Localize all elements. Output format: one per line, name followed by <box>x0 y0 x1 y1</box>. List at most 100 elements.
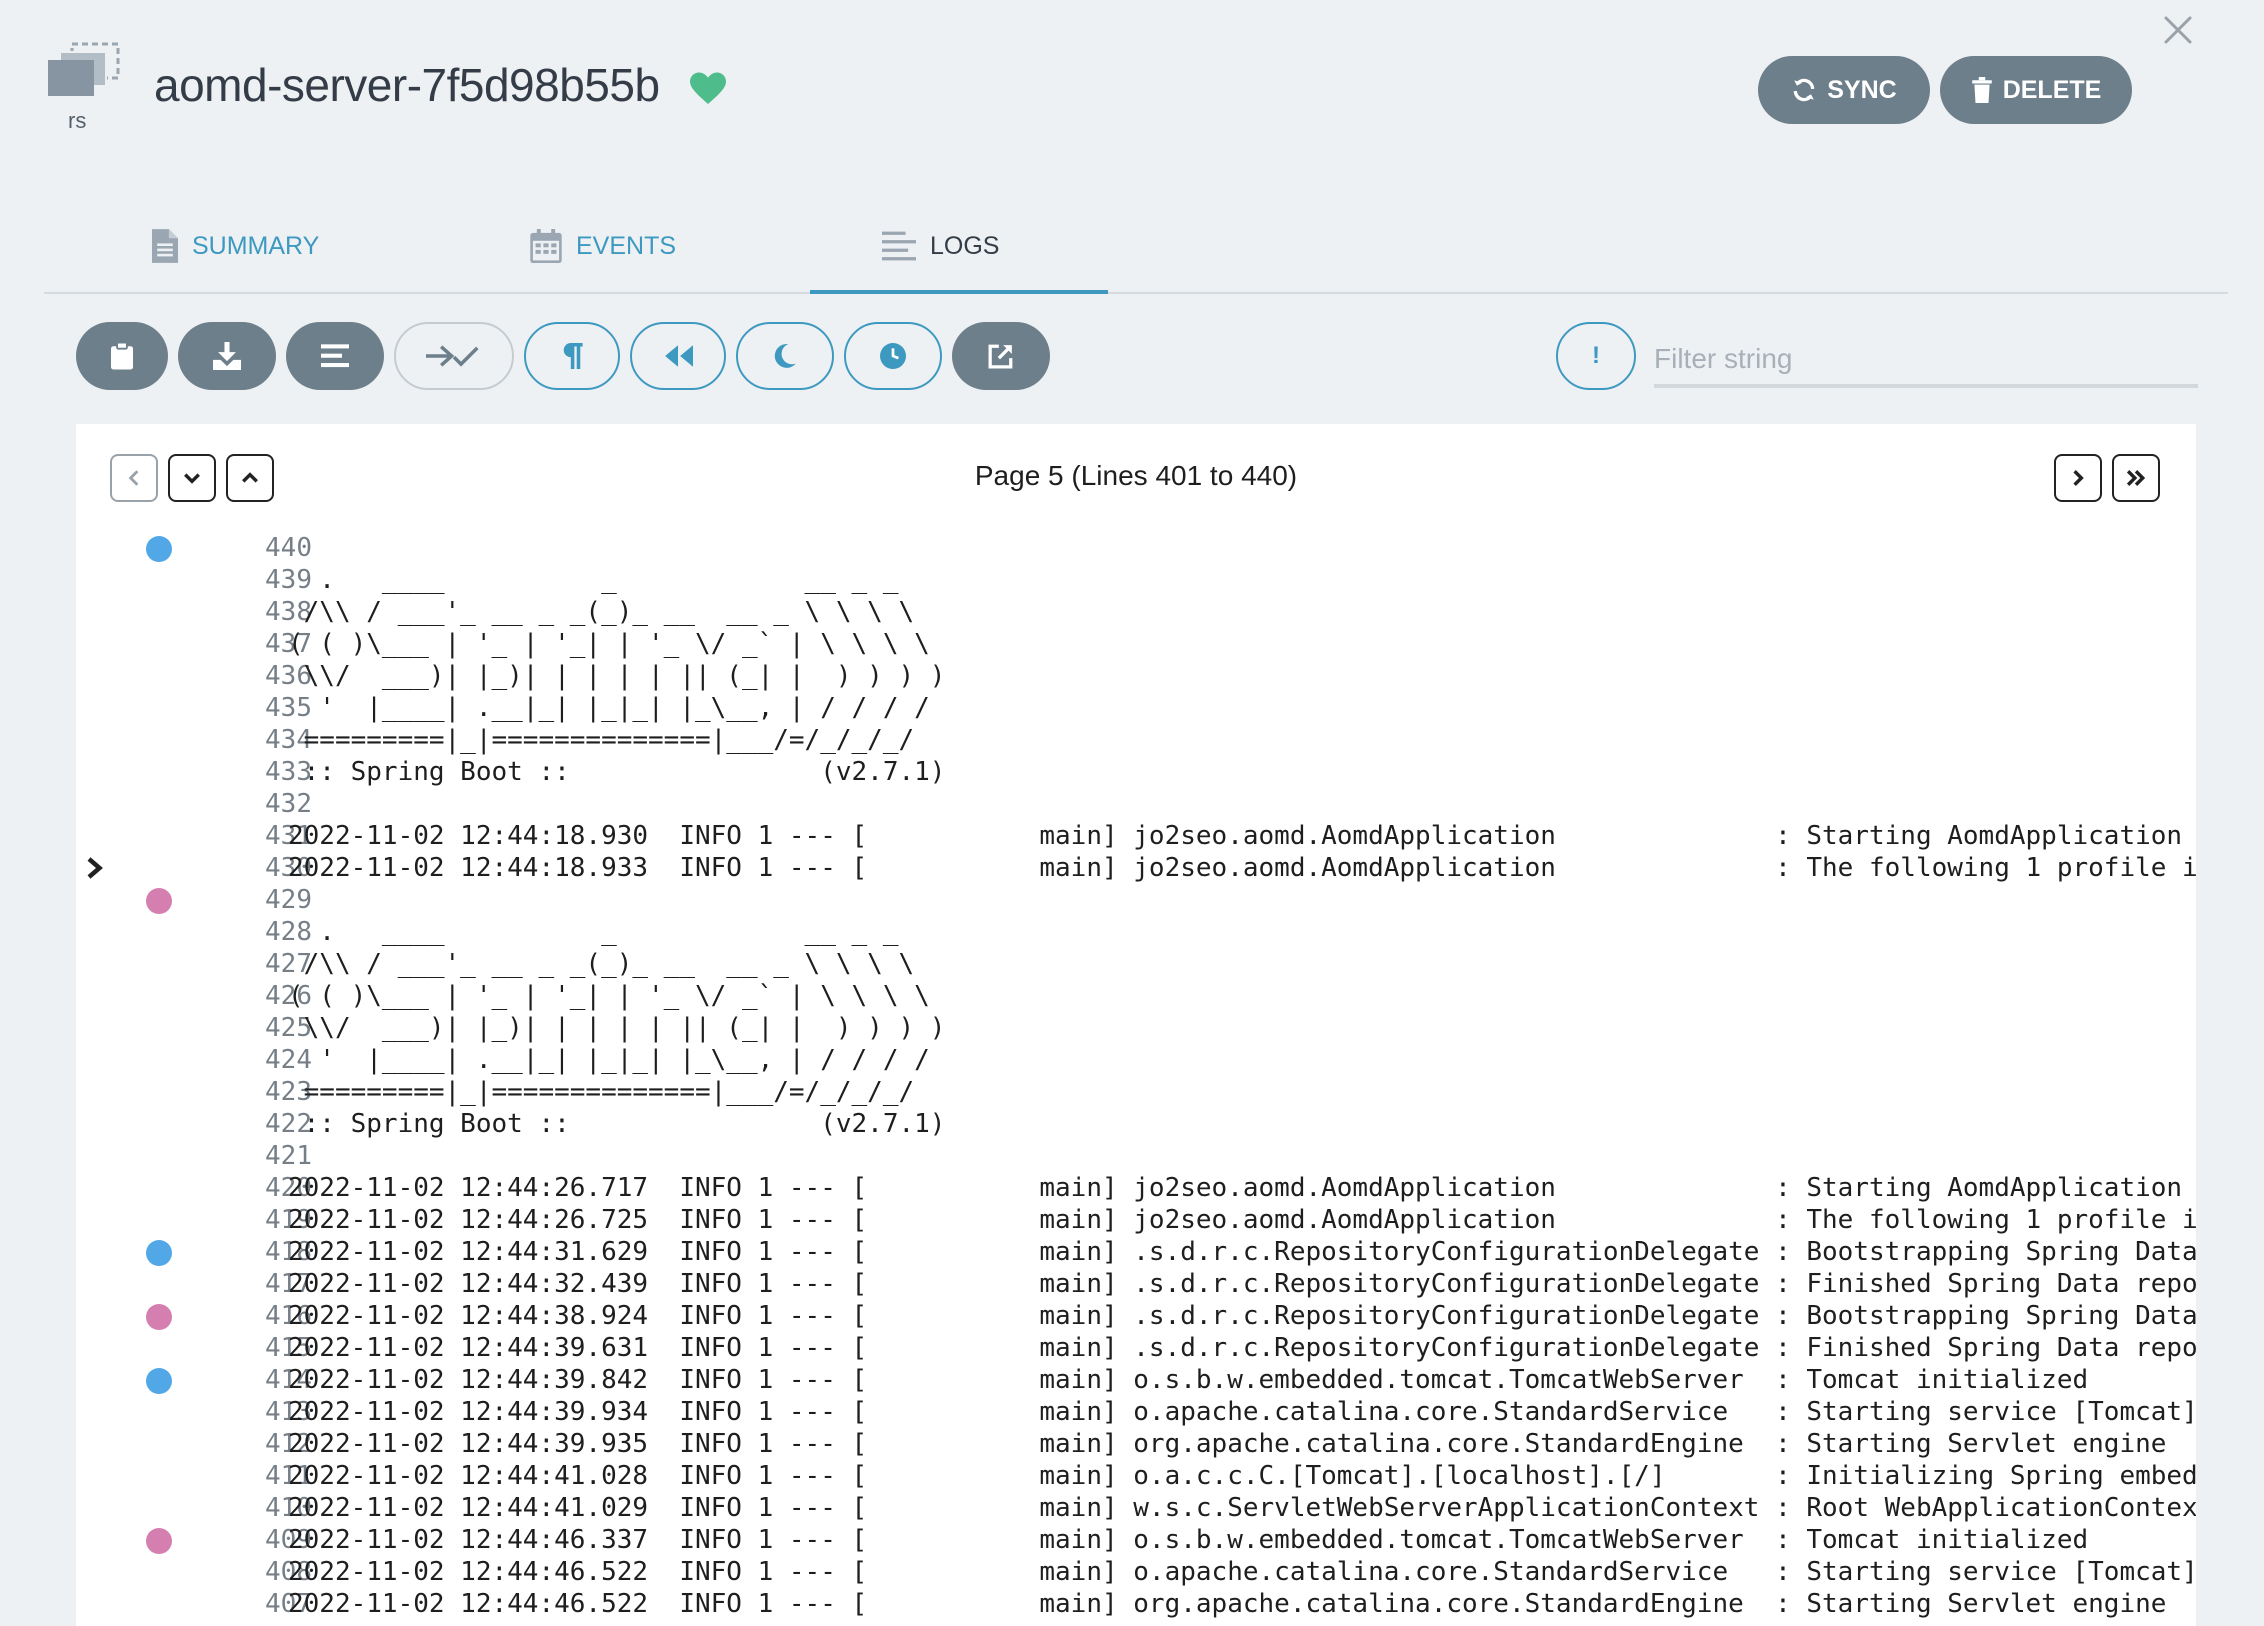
follow-logs-button[interactable] <box>394 322 514 390</box>
log-line[interactable]: 437( ( )\___ | '_ | '_| | '_ \/ _` | \ \… <box>76 628 2196 660</box>
log-line[interactable]: 436 \\/ ___)| |_)| | | | | || (_| | ) ) … <box>76 660 2196 692</box>
line-text: /\\ / ___'_ __ _ _(_)_ __ __ _ \ \ \ \ <box>288 597 915 627</box>
log-line[interactable]: 435 ' |____| .__|_| |_|_| |_\__, | / / /… <box>76 692 2196 724</box>
double-chevron-right-icon <box>2126 470 2146 486</box>
log-line[interactable]: 408 2022-11-02 12:44:46.522 INFO 1 --- [ … <box>76 1556 2196 1588</box>
replicaset-icon <box>48 42 120 96</box>
line-text: :: Spring Boot :: (v2.7.1) <box>288 757 946 787</box>
trash-icon <box>1971 77 1992 103</box>
log-line[interactable]: 423 =========|_|==============|___/=/_/_… <box>76 1076 2196 1108</box>
filter-alert-button[interactable]: ! <box>1556 322 1636 390</box>
delete-label: DELETE <box>2002 75 2102 104</box>
line-text: 2022-11-02 12:44:26.717 INFO 1 --- [ mai… <box>288 1173 2183 1203</box>
log-line[interactable]: 417 2022-11-02 12:44:32.439 INFO 1 --- [ … <box>76 1268 2196 1300</box>
log-line[interactable]: 416 2022-11-02 12:44:38.924 INFO 1 --- [ … <box>76 1300 2196 1332</box>
line-text: ( ( )\___ | '_ | '_| | '_ \/ _` | \ \ \ … <box>288 981 930 1011</box>
previous-containers-icon <box>665 345 693 367</box>
log-line[interactable]: 425 \\/ ___)| |_)| | | | | || (_| | ) ) … <box>76 1012 2196 1044</box>
wrap-lines-button[interactable] <box>286 322 384 390</box>
resource-kind-label: rs <box>68 108 87 133</box>
log-line[interactable]: 434 =========|_|==============|___/=/_/_… <box>76 724 2196 756</box>
log-line[interactable]: 414 2022-11-02 12:44:39.842 INFO 1 --- [ … <box>76 1364 2196 1396</box>
log-viewer: Page 5 (Lines 401 to 440) 440 439 . ____ … <box>76 424 2196 1626</box>
paragraph-icon <box>563 343 583 369</box>
line-text: =========|_|==============|___/=/_/_/_/ <box>288 725 915 755</box>
paragraph-button[interactable] <box>524 322 620 390</box>
external-link-button[interactable] <box>952 322 1050 390</box>
log-lines: 440 439 . ____ _ __ _ _ 438 /\\ / ___'_ __… <box>76 532 2196 1620</box>
calendar-icon <box>530 229 562 263</box>
log-line[interactable]: 409 2022-11-02 12:44:46.337 INFO 1 --- [ … <box>76 1524 2196 1556</box>
lines-icon <box>882 231 916 261</box>
line-text: . ____ _ __ _ _ <box>288 565 899 595</box>
download-button[interactable] <box>178 322 276 390</box>
log-line[interactable]: 413 2022-11-02 12:44:39.934 INFO 1 --- [ … <box>76 1396 2196 1428</box>
active-tab-indicator <box>810 290 1108 294</box>
previous-containers-button[interactable] <box>630 322 726 390</box>
log-line[interactable]: 438 /\\ / ___'_ __ _ _(_)_ __ __ _ \ \ \… <box>76 596 2196 628</box>
refresh-icon <box>1793 78 1815 102</box>
log-line[interactable]: 418 2022-11-02 12:44:31.629 INFO 1 --- [ … <box>76 1236 2196 1268</box>
timestamp-icon <box>880 343 906 369</box>
log-line[interactable]: 426( ( )\___ | '_ | '_| | '_ \/ _` | \ \… <box>76 980 2196 1012</box>
filter-string-input[interactable] <box>1654 334 2198 388</box>
line-text: 2022-11-02 12:44:46.522 INFO 1 --- [ mai… <box>288 1589 2167 1619</box>
line-text: 2022-11-02 12:44:46.337 INFO 1 --- [ mai… <box>288 1525 2089 1555</box>
log-line[interactable]: 407 2022-11-02 12:44:46.522 INFO 1 --- [ … <box>76 1588 2196 1620</box>
line-marker-dot[interactable] <box>146 1368 172 1394</box>
log-line[interactable]: 422 :: Spring Boot :: (v2.7.1) <box>76 1108 2196 1140</box>
line-text: 2022-11-02 12:44:18.930 INFO 1 --- [ mai… <box>288 821 2183 851</box>
resource-header: rs aomd-server-7f5d98b55b SYNC DELETE <box>0 0 2264 200</box>
close-icon[interactable] <box>2162 14 2194 46</box>
log-line[interactable]: 412 2022-11-02 12:44:39.935 INFO 1 --- [ … <box>76 1428 2196 1460</box>
line-marker-dot[interactable] <box>146 1240 172 1266</box>
log-line[interactable]: 429 <box>76 884 2196 916</box>
log-line[interactable]: 432 <box>76 788 2196 820</box>
log-line[interactable]: 440 <box>76 532 2196 564</box>
line-text: 2022-11-02 12:44:32.439 INFO 1 --- [ mai… <box>288 1269 2196 1299</box>
line-marker-dot[interactable] <box>146 1304 172 1330</box>
line-text: :: Spring Boot :: (v2.7.1) <box>288 1109 946 1139</box>
line-text: 2022-11-02 12:44:26.725 INFO 1 --- [ mai… <box>288 1205 2196 1235</box>
tab-logs[interactable]: LOGS <box>882 200 999 292</box>
log-line[interactable]: 420 2022-11-02 12:44:26.717 INFO 1 --- [ … <box>76 1172 2196 1204</box>
log-line[interactable]: 431 2022-11-02 12:44:18.930 INFO 1 --- [ … <box>76 820 2196 852</box>
next-page-button[interactable] <box>2054 454 2102 502</box>
tab-events[interactable]: EVENTS <box>530 200 676 292</box>
line-text: 2022-11-02 12:44:39.934 INFO 1 --- [ mai… <box>288 1397 2196 1427</box>
log-line[interactable]: 424 ' |____| .__|_| |_|_| |_\__, | / / /… <box>76 1044 2196 1076</box>
timestamp-button[interactable] <box>844 322 942 390</box>
log-line[interactable]: 439 . ____ _ __ _ _ <box>76 564 2196 596</box>
log-line[interactable]: 415 2022-11-02 12:44:39.631 INFO 1 --- [ … <box>76 1332 2196 1364</box>
log-line[interactable]: 421 <box>76 1140 2196 1172</box>
line-text: 2022-11-02 12:44:46.522 INFO 1 --- [ mai… <box>288 1557 2196 1587</box>
sync-button[interactable]: SYNC <box>1758 56 1930 124</box>
healthy-heart-icon <box>690 72 726 104</box>
log-line[interactable]: 427 /\\ / ___'_ __ _ _(_)_ __ __ _ \ \ \… <box>76 948 2196 980</box>
download-icon <box>213 342 241 370</box>
log-line[interactable]: 428 . ____ _ __ _ _ <box>76 916 2196 948</box>
line-text: . ____ _ __ _ _ <box>288 917 899 947</box>
line-text: ' |____| .__|_| |_|_| |_\__, | / / / / <box>288 1045 930 1075</box>
line-text: \\/ ___)| |_)| | | | | || (_| | ) ) ) ) <box>288 661 946 691</box>
sync-label: SYNC <box>1827 75 1897 104</box>
log-line[interactable]: 419 2022-11-02 12:44:26.725 INFO 1 --- [ … <box>76 1204 2196 1236</box>
line-text: ( ( )\___ | '_ | '_| | '_ \/ _` | \ \ \ … <box>288 629 930 659</box>
line-marker-dot[interactable] <box>146 1528 172 1554</box>
log-line[interactable]: 430 2022-11-02 12:44:18.933 INFO 1 --- [ … <box>76 852 2196 884</box>
line-text: 2022-11-02 12:44:41.028 INFO 1 --- [ mai… <box>288 1461 2196 1491</box>
tab-summary[interactable]: SUMMARY <box>152 200 319 292</box>
dark-mode-button[interactable] <box>736 322 834 390</box>
delete-button[interactable]: DELETE <box>1940 56 2132 124</box>
chevron-right-icon <box>87 857 103 879</box>
last-page-button[interactable] <box>2112 454 2160 502</box>
log-line[interactable]: 410 2022-11-02 12:44:41.029 INFO 1 --- [ … <box>76 1492 2196 1524</box>
line-marker-dot[interactable] <box>146 536 172 562</box>
line-marker-dot[interactable] <box>146 888 172 914</box>
line-number: 429 <box>265 885 312 915</box>
log-line[interactable]: 433 :: Spring Boot :: (v2.7.1) <box>76 756 2196 788</box>
copy-button[interactable] <box>76 322 168 390</box>
follow-icon <box>426 345 479 367</box>
log-line[interactable]: 411 2022-11-02 12:44:41.028 INFO 1 --- [ … <box>76 1460 2196 1492</box>
chevron-right-icon <box>2073 470 2084 486</box>
